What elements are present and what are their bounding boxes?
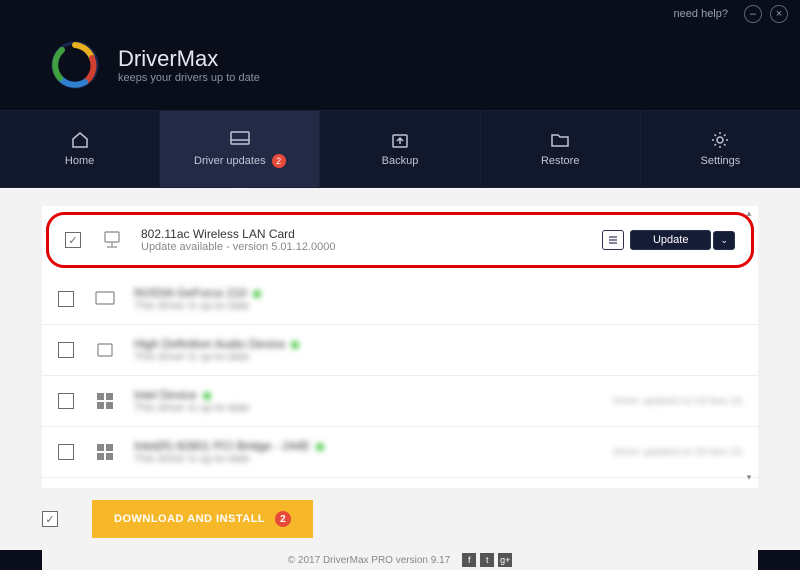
- driver-subtitle: This driver is up-to-date: [134, 402, 613, 414]
- need-help-link[interactable]: need help?: [674, 8, 728, 20]
- driver-title: Intel Device: [134, 388, 197, 402]
- nav-backup-label: Backup: [382, 155, 419, 167]
- driver-row[interactable]: Intel(R) 82801 PCI Bridge - 244E This dr…: [42, 427, 758, 478]
- backup-icon: [389, 131, 411, 149]
- home-icon: [69, 131, 91, 149]
- nav-home-label: Home: [65, 155, 94, 167]
- driver-row[interactable]: NVIDIA GeForce 210 This driver is up-to-…: [42, 274, 758, 325]
- windows-icon: [92, 439, 118, 465]
- download-install-button[interactable]: DOWNLOAD AND INSTALL 2: [92, 500, 313, 538]
- nav-backup[interactable]: Backup: [320, 111, 480, 187]
- copyright-text: © 2017 DriverMax PRO version 9.17: [288, 555, 450, 566]
- nav-home[interactable]: Home: [0, 111, 160, 187]
- app-logo: [48, 38, 102, 92]
- download-badge: 2: [275, 511, 291, 527]
- app-title: DriverMax: [118, 46, 260, 72]
- driver-row[interactable]: Intel Device This driver is up-to-date D…: [42, 376, 758, 427]
- status-dot-green: [316, 443, 324, 451]
- app-subtitle: keeps your drivers up to date: [118, 72, 260, 84]
- close-button[interactable]: ×: [770, 5, 788, 23]
- driver-title: High Definition Audio Device: [134, 337, 285, 351]
- checkbox[interactable]: [58, 444, 74, 460]
- minimize-button[interactable]: –: [744, 5, 762, 23]
- checkbox[interactable]: ✓: [65, 232, 81, 248]
- driver-subtitle: Update available - version 5.01.12.0000: [141, 241, 602, 253]
- social-links: f t g+: [462, 553, 512, 567]
- status-dot-green: [291, 341, 299, 349]
- status-dot-green: [253, 290, 261, 298]
- network-card-icon: [99, 227, 125, 253]
- checkbox[interactable]: [58, 291, 74, 307]
- status-dot-green: [203, 392, 211, 400]
- checkbox[interactable]: [58, 342, 74, 358]
- nav-driver-updates[interactable]: Driver updates 2: [160, 111, 320, 187]
- driver-row-highlighted[interactable]: ✓ 802.11ac Wireless LAN Card Update avai…: [46, 212, 754, 268]
- audio-icon: [92, 337, 118, 363]
- facebook-icon[interactable]: f: [462, 553, 476, 567]
- driver-row[interactable]: High Definition Audio Device This driver…: [42, 325, 758, 376]
- driver-title: 802.11ac Wireless LAN Card: [141, 227, 602, 241]
- nav-restore-label: Restore: [541, 155, 580, 167]
- driver-subtitle: This driver is up-to-date: [134, 351, 742, 363]
- driver-title: Intel(R) 82801 PCI Bridge - 244E: [134, 439, 310, 453]
- update-button[interactable]: Update: [630, 230, 711, 250]
- nav-restore[interactable]: Restore: [481, 111, 641, 187]
- download-label: DOWNLOAD AND INSTALL: [114, 513, 265, 525]
- checkbox[interactable]: [58, 393, 74, 409]
- nav-settings[interactable]: Settings: [641, 111, 800, 187]
- monitor-icon: [229, 130, 251, 148]
- driver-list: ▴ ✓ 802.11ac Wireless LAN Card Update av…: [42, 206, 758, 488]
- display-icon: [92, 286, 118, 312]
- nav-updates-label: Driver updates: [194, 155, 266, 167]
- select-all-checkbox[interactable]: ✓: [42, 511, 58, 527]
- driver-updated-date: Driver updated on 03-Nov-16: [613, 396, 742, 407]
- update-dropdown[interactable]: ⌄: [713, 231, 735, 250]
- twitter-icon[interactable]: t: [480, 553, 494, 567]
- google-plus-icon[interactable]: g+: [498, 553, 512, 567]
- updates-badge: 2: [272, 154, 286, 168]
- details-button[interactable]: [602, 230, 624, 250]
- gear-icon: [709, 131, 731, 149]
- folder-icon: [549, 131, 571, 149]
- scroll-down[interactable]: ▾: [742, 472, 756, 486]
- driver-subtitle: This driver is up-to-date: [134, 300, 742, 312]
- driver-subtitle: This driver is up-to-date: [134, 453, 613, 465]
- windows-icon: [92, 388, 118, 414]
- driver-title: NVIDIA GeForce 210: [134, 286, 247, 300]
- driver-updated-date: Driver updated on 03-Nov-16: [613, 447, 742, 458]
- nav-settings-label: Settings: [701, 155, 741, 167]
